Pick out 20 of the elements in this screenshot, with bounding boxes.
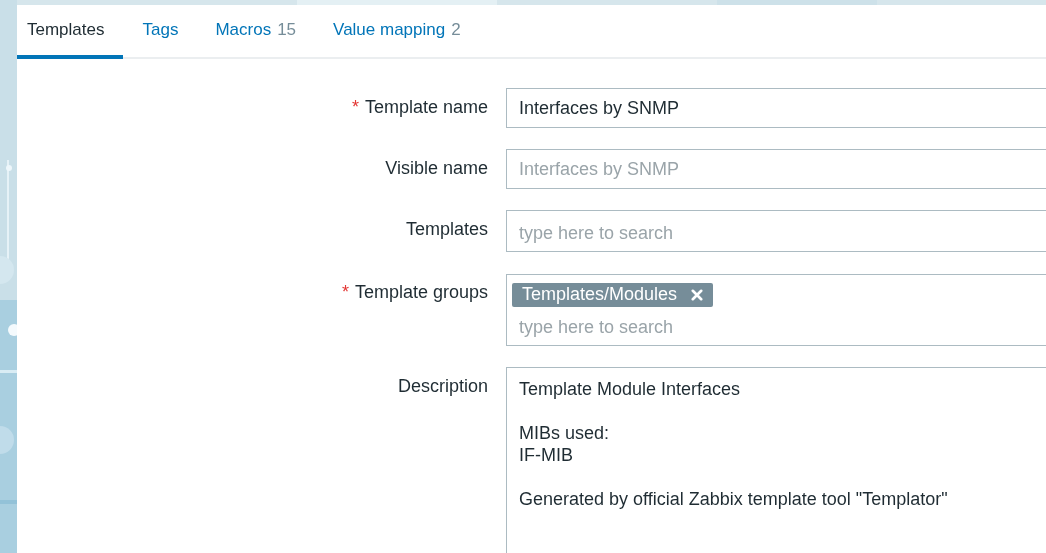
textarea-field[interactable]: Template Module Interfaces MIBs used: IF-MIB Generated by official Zabbix template tool "Templator" (506, 367, 1046, 553)
tab[interactable]: Tags (123, 5, 197, 59)
tab[interactable]: Templates (17, 5, 124, 59)
input-field[interactable]: Interfaces by SNMP (506, 88, 1046, 128)
input-field[interactable]: Interfaces by SNMP (506, 149, 1046, 189)
tab[interactable]: Value mapping 2 (314, 5, 479, 59)
search-input[interactable]: type here to search (512, 219, 1041, 247)
field-label: Template groups (354, 282, 488, 303)
required-mark: * (341, 282, 349, 303)
tab[interactable]: Macros 15 (196, 5, 315, 59)
multiselect-field[interactable]: type here to search (506, 210, 1046, 252)
field-label: Description (397, 376, 488, 397)
required-mark: * (351, 97, 359, 118)
field-label: Templates (405, 219, 488, 240)
search-input[interactable]: type here to search (512, 313, 1041, 341)
multiselect-field[interactable]: Templates/Modules type here to search (506, 274, 1046, 346)
field-label: Visible name (385, 158, 488, 179)
close-icon[interactable] (691, 288, 704, 301)
tag-chip[interactable]: Templates/Modules (512, 283, 714, 307)
field-label: Template name (364, 97, 488, 118)
